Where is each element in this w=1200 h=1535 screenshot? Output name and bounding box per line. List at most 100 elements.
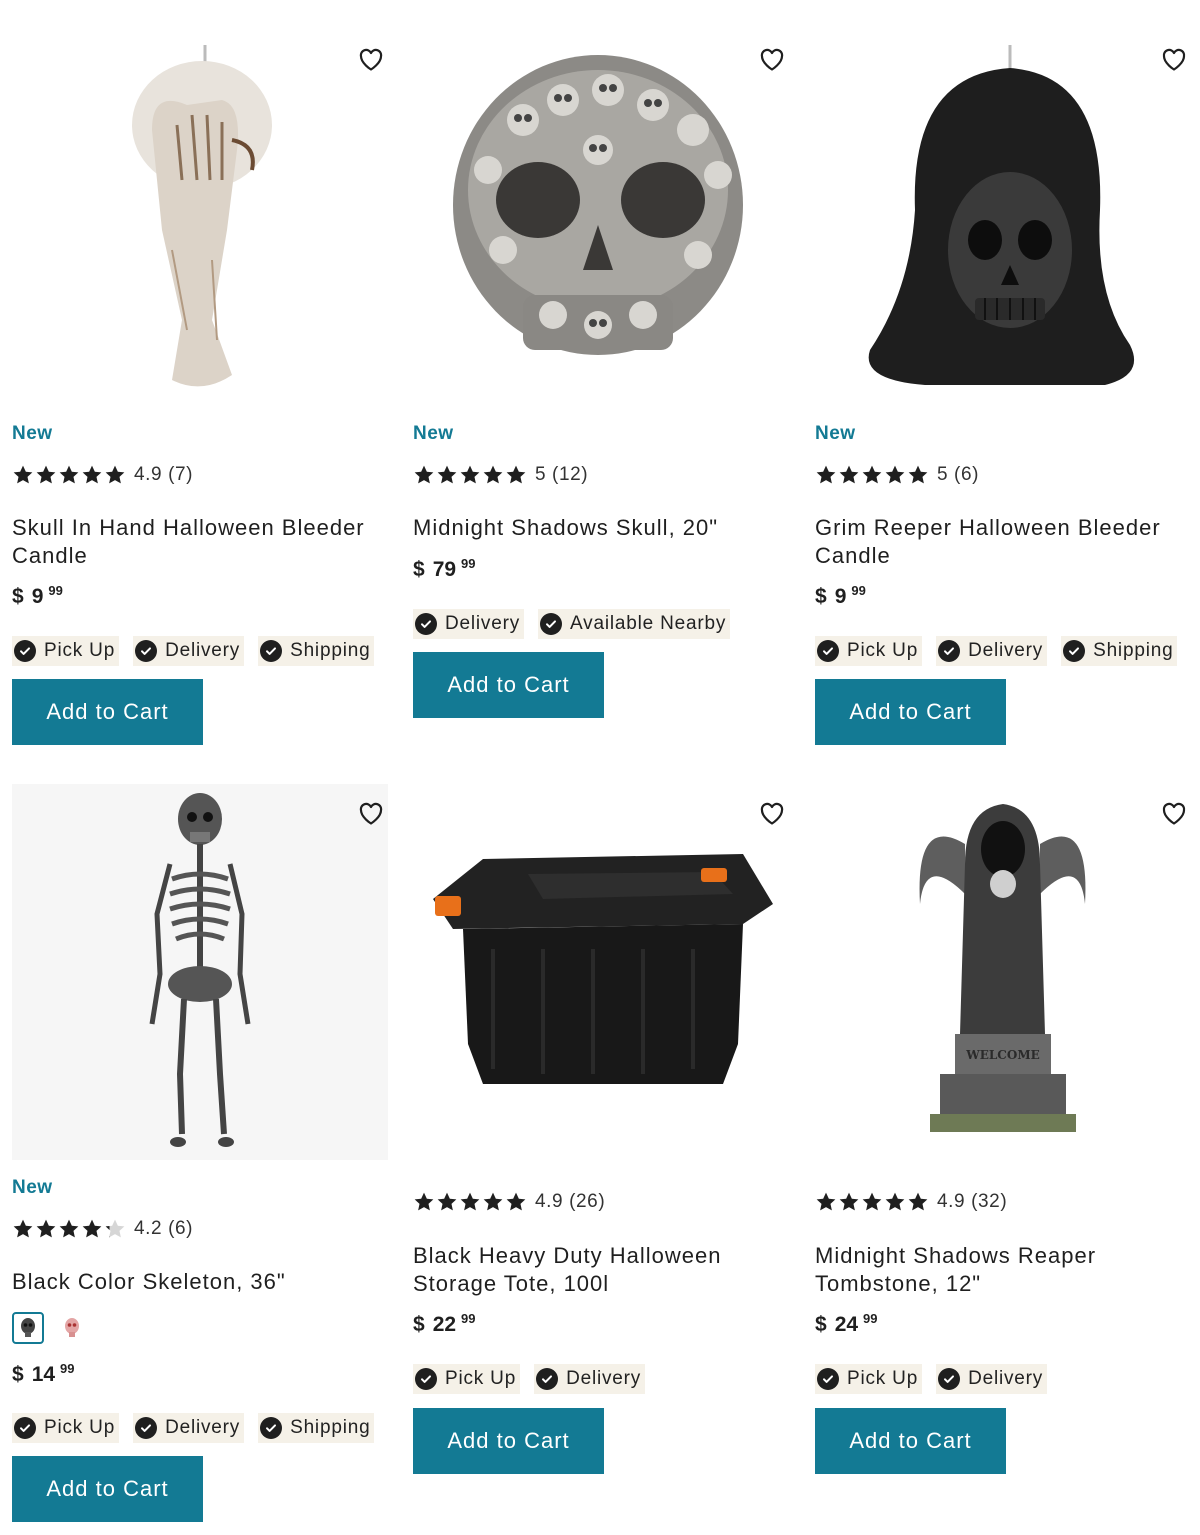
star-icon [12, 464, 34, 486]
add-to-cart-button[interactable]: Add to Cart [413, 1408, 604, 1474]
black-skeleton-swatch-icon[interactable] [12, 1312, 44, 1344]
new-badge: New [815, 423, 856, 444]
product-image[interactable] [12, 30, 388, 406]
check-icon [260, 640, 283, 662]
rating-stars [815, 464, 929, 486]
fulfillment-label: Delivery [566, 1368, 642, 1389]
star-icon [459, 1191, 481, 1213]
product-image[interactable]: WELCOME [815, 784, 1191, 1160]
skull-hand-candle-icon [132, 45, 272, 387]
price-dollars: 9 [834, 585, 847, 608]
star-icon [861, 1191, 883, 1213]
fulfillment-label: Pick Up [847, 640, 919, 661]
rating-text: 5 (6) [937, 464, 980, 485]
product-title[interactable]: Skull In Hand Halloween Bleeder Candle [12, 514, 388, 570]
fulfillment-label: Pick Up [44, 640, 116, 661]
price-dollars: 79 [432, 558, 457, 581]
reaper-tombstone-icon: WELCOME [919, 804, 1086, 1132]
product-card[interactable]: New 5 (12) Midnight Shadows Skull, 20" $… [413, 30, 793, 750]
product-card[interactable]: New 4.2 (6) Black Color Skeleton, 36" $1… [12, 784, 392, 1524]
fulfillment-label: Shipping [1093, 640, 1174, 661]
product-title[interactable]: Midnight Shadows Skull, 20" [413, 514, 789, 542]
product-image[interactable] [815, 30, 1191, 406]
product-image[interactable] [413, 784, 789, 1160]
add-to-cart-button[interactable]: Add to Cart [815, 1408, 1006, 1474]
rating-text: 4.9 (32) [937, 1191, 1008, 1212]
rating-stars [413, 464, 527, 486]
star-icon [482, 464, 504, 486]
fulfillment-label: Shipping [290, 1417, 371, 1438]
fulfillment-chip: Pick Up [12, 1413, 120, 1443]
check-icon [415, 1368, 437, 1390]
product-title[interactable]: Grim Reeper Halloween Bleeder Candle [815, 514, 1191, 570]
fulfillment-chip: Shipping [1061, 636, 1178, 666]
add-to-cart-button[interactable]: Add to Cart [413, 652, 604, 718]
wishlist-heart-icon[interactable] [356, 44, 386, 74]
rating-text: 5 (12) [535, 464, 589, 485]
star-icon [815, 464, 837, 486]
product-card[interactable]: 4.9 (26) Black Heavy Duty Halloween Stor… [413, 784, 793, 1484]
product-rating[interactable]: 4.9 (26) [413, 1189, 605, 1215]
product-price: $9 99 [815, 583, 866, 609]
product-title[interactable]: Midnight Shadows Reaper Tombstone, 12" [815, 1242, 1191, 1298]
fulfillment-chip: Delivery [133, 636, 245, 666]
price-cents: 99 [461, 1311, 476, 1326]
product-rating[interactable]: 5 (6) [815, 462, 979, 488]
product-card[interactable]: WELCOME 4.9 (32) Midnight Shadows Reaper… [815, 784, 1195, 1484]
wishlist-heart-icon[interactable] [1159, 44, 1189, 74]
product-title[interactable]: Black Color Skeleton, 36" [12, 1268, 388, 1296]
star-icon [505, 1191, 527, 1213]
wishlist-heart-icon[interactable] [356, 798, 386, 828]
star-icon [12, 1218, 34, 1240]
fulfillment-label: Delivery [165, 1417, 241, 1438]
fulfillment-label: Pick Up [847, 1368, 919, 1389]
fulfillment-chip: Pick Up [12, 636, 120, 666]
new-badge: New [12, 423, 53, 444]
add-to-cart-button[interactable]: Add to Cart [12, 679, 203, 745]
star-icon [459, 464, 481, 486]
product-card[interactable]: New 4.9 (7) Skull In Hand Halloween Blee… [12, 30, 392, 750]
product-rating[interactable]: 4.9 (32) [815, 1189, 1007, 1215]
fulfillment-chip: Delivery [936, 636, 1048, 666]
product-price: $9 99 [12, 583, 63, 609]
wishlist-heart-icon[interactable] [757, 44, 787, 74]
product-rating[interactable]: 4.9 (7) [12, 462, 193, 488]
pink-skull-swatch-icon[interactable] [56, 1312, 88, 1344]
star-icon [104, 464, 126, 486]
rating-text: 4.2 (6) [134, 1218, 194, 1239]
product-rating[interactable]: 4.2 (6) [12, 1216, 193, 1242]
fulfillment-options: Pick Up Delivery Shipping [815, 636, 1178, 666]
grim-reaper-candle-icon [868, 45, 1135, 385]
star-icon [58, 464, 80, 486]
fulfillment-label: Delivery [445, 613, 521, 634]
star-icon [81, 464, 103, 486]
price-cents: 99 [48, 583, 63, 598]
rating-stars [12, 1218, 126, 1240]
star-icon [436, 1191, 458, 1213]
fulfillment-chip: Shipping [258, 1413, 375, 1443]
star-icon [907, 464, 929, 486]
star-icon [815, 1191, 837, 1213]
product-card[interactable]: New 5 (6) Grim Reeper Halloween Bleeder … [815, 30, 1195, 750]
price-currency: $ [413, 1313, 425, 1336]
product-image[interactable] [12, 784, 388, 1160]
fulfillment-chip: Pick Up [413, 1364, 521, 1394]
fulfillment-options: Pick Up Delivery [815, 1364, 1048, 1394]
add-to-cart-button[interactable]: Add to Cart [815, 679, 1006, 745]
product-rating[interactable]: 5 (12) [413, 462, 588, 488]
price-dollars: 9 [31, 585, 44, 608]
product-image[interactable] [413, 30, 789, 406]
fulfillment-chip: Delivery [133, 1413, 245, 1443]
fulfillment-chip: Delivery [936, 1364, 1048, 1394]
add-to-cart-button[interactable]: Add to Cart [12, 1456, 203, 1522]
fulfillment-chip: Delivery [413, 609, 525, 639]
product-title[interactable]: Black Heavy Duty Halloween Storage Tote,… [413, 1242, 789, 1298]
rating-stars [413, 1191, 527, 1213]
wishlist-heart-icon[interactable] [757, 798, 787, 828]
check-icon [1063, 640, 1086, 662]
price-cents: 99 [60, 1361, 75, 1376]
fulfillment-chip: Shipping [258, 636, 375, 666]
wishlist-heart-icon[interactable] [1159, 798, 1189, 828]
product-price: $22 99 [413, 1311, 476, 1337]
check-icon [817, 1368, 839, 1390]
